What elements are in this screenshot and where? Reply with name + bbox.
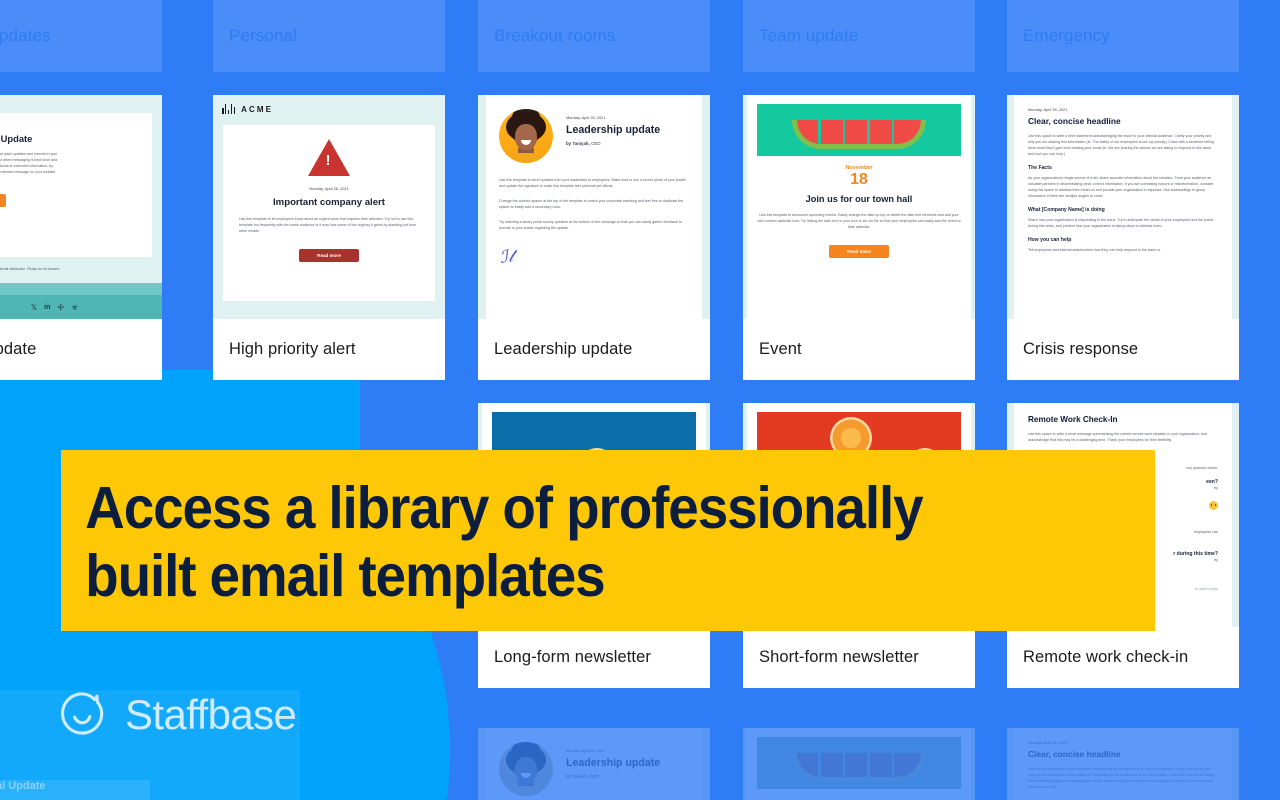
section-body: Share how your organization is respondin… [1028,218,1214,228]
card-caption: Short-form newsletter [743,627,975,688]
card-caption: Crisis response [1007,319,1239,380]
tab-chip-2[interactable]: Breakout rooms [478,0,710,72]
card-caption: Long-form newsletter [478,627,710,688]
email-date: Monday, April 26, 2021 [566,748,606,753]
section-heading: How you can help [1028,237,1072,243]
email-intro: Use this space to write a brief statemen… [1028,767,1214,789]
email-title: Important company alert [273,197,385,208]
faded-bottom-left-label: al Update [0,780,46,792]
card-caption: Leadership update [478,319,710,380]
email-title: Join us for our town hall [805,194,913,204]
section-body: As your organization's single source of … [1028,176,1214,198]
template-card-leadership-update[interactable]: Monday, April 26, 2021 Leadership update… [478,95,710,380]
acme-logo: ACME [222,104,273,114]
email-intro: Use this space to write a brief statemen… [1028,134,1214,156]
card-preview: ACME Monday, April 26, 2021 Important co… [213,95,445,319]
email-body: Use this template to let employees know … [239,217,417,233]
template-card-high-priority-alert[interactable]: ACME Monday, April 26, 2021 Important co… [213,95,445,380]
faded-card-leadership-update: Monday, April 26, 2021 Leadership update… [478,728,710,800]
watermelon-slice-photo [757,737,961,789]
warning-triangle-icon [308,139,350,176]
acme-bars-logo-icon [222,104,236,114]
headline-text: Access a library of professionally built… [85,475,923,609]
card-caption: ny update [0,319,162,380]
email-title: Clear, concise headline [1028,749,1121,759]
smiley-face-icon[interactable] [1209,501,1218,511]
staffbase-logo: Staffbase [58,690,297,740]
card-preview: 2021 tional Update e template to send qu… [0,95,162,319]
section-heading: The Facts [1028,165,1052,171]
tab-chip-row: y updates Personal Breakout rooms Team u… [0,0,1280,72]
tab-chip-1[interactable]: Personal [213,0,445,72]
email-title: tional Update [0,133,33,144]
facebook-icon[interactable]: ☣ [71,303,78,312]
email-body: e template to send quick updates and mem… [0,152,58,174]
email-date: 2021 [0,123,140,128]
email-date: Monday, April 26, 2021 [309,186,349,191]
tab-chip-0[interactable]: y updates [0,0,162,72]
card-preview: Monday, April 26, 2021 Leadership update… [478,95,710,319]
section-heading: What [Company Name] is doing [1028,207,1105,213]
email-date: Monday, April 26, 2021 [566,115,606,120]
email-intro: Use this space to write a short message … [1028,432,1207,442]
email-title: Remote Work Check-In [1028,415,1118,424]
email-byline-name: by Taniyah, [566,141,590,146]
email-byline-role: CEO [589,141,601,146]
share-icon[interactable]: ✢ [57,303,64,312]
headline-banner: Access a library of professionally built… [61,450,1155,631]
email-body: Use this template to announce upcoming e… [757,213,961,229]
acme-logo-text: ACME [241,104,274,114]
faded-card-event [743,728,975,800]
card-caption: High priority alert [213,319,445,380]
tab-chip-3[interactable]: Team update [743,0,975,72]
template-card-company-update[interactable]: 2021 tional Update e template to send qu… [0,95,162,380]
tab-chip-label: Emergency [1023,26,1110,45]
watermelon-slice-photo [757,104,961,156]
section-body: Tell employees and internal stakeholders… [1028,248,1161,252]
email-title: Leadership update [566,757,661,769]
linkedin-icon[interactable]: in [44,304,50,311]
tab-chip-label: Breakout rooms [494,26,616,45]
promo-slide: y updates Personal Breakout rooms Team u… [0,0,1280,800]
card-preview: Monday, April 26, 2021 Clear, concise he… [1007,95,1239,319]
read-more-button[interactable] [0,194,7,207]
card-caption: Remote work check-in [1007,627,1239,688]
read-more-button[interactable]: Read more [829,245,889,258]
tab-chip-label: y updates [0,26,51,45]
email-title: Leadership update [566,124,661,136]
email-footer-note: nal and not intended for external distri… [0,267,60,271]
email-byline: by Taniyah, CEO [566,774,599,779]
staffbase-smiley-logo-icon [61,692,104,735]
leader-portrait-avatar [499,109,553,163]
tab-chip-4[interactable]: Emergency [1007,0,1239,72]
email-date: Monday, April 26, 2021 [1028,740,1068,745]
template-card-crisis-response[interactable]: Monday, April 26, 2021 Clear, concise he… [1007,95,1239,380]
faded-card-crisis-response: Monday, April 26, 2021 Clear, concise he… [1007,728,1239,800]
card-caption: Event [743,319,975,380]
template-card-event[interactable]: November 18 Join us for our town hall Us… [743,95,975,380]
staffbase-wordmark: Staffbase [125,691,297,738]
email-title: Clear, concise headline [1028,116,1121,126]
tab-chip-label: Personal [229,26,297,45]
read-more-button[interactable]: Read more [299,249,359,262]
tab-chip-label: Team update [759,26,859,45]
email-paragraph-1: Use this template to send updates from y… [499,178,686,188]
card-preview: November 18 Join us for our town hall Us… [743,95,975,319]
email-date: Monday, April 26, 2021 [1028,107,1068,112]
email-paragraph-2: Change the colored spacer at the top of … [499,199,684,209]
twitter-icon[interactable]: 𝕏 [31,303,37,312]
event-day: 18 [850,171,868,188]
leader-portrait-avatar [499,742,553,796]
